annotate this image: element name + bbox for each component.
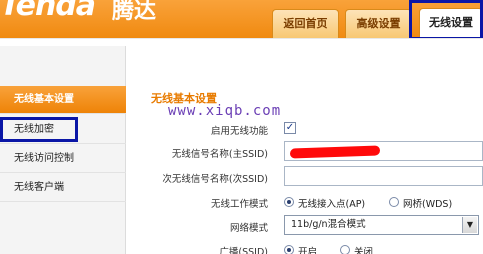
work-mode-ap-label: 无线接入点(AP)	[298, 199, 366, 210]
watermark: www.xiqb.com	[168, 103, 282, 119]
net-mode-select[interactable]: 11b/g/n混合模式 ▼	[284, 215, 479, 235]
tab-advanced-settings[interactable]: 高级设置	[345, 9, 412, 38]
tab-home[interactable]: 返回首页	[272, 9, 339, 38]
top-banner: Tenda 腾达 返回首页 高级设置 无线设置	[0, 0, 483, 38]
work-mode-label: 无线工作模式	[210, 199, 268, 210]
sidebar-item-wireless-clients[interactable]: 无线客户端	[0, 174, 126, 202]
broadcast-on-radio[interactable]	[284, 245, 294, 254]
ssid-label: 无线信号名称(主SSID)	[171, 149, 268, 160]
tenda-logo-cn: 腾达	[112, 0, 157, 24]
sidebar: 无线基本设置 无线加密 无线访问控制 无线客户端	[0, 46, 126, 254]
work-mode-wds-label: 网桥(WDS)	[403, 199, 453, 210]
broadcast-off-label: 关闭	[354, 247, 374, 254]
broadcast-label: 广播(SSID)	[219, 247, 268, 254]
enable-wireless-label: 启用无线功能	[210, 126, 268, 137]
ssid2-input[interactable]	[284, 166, 483, 186]
enable-wireless-checkbox[interactable]: ✓	[284, 122, 296, 134]
tab-wireless-settings[interactable]: 无线设置	[419, 8, 483, 38]
chevron-down-icon[interactable]: ▼	[462, 217, 477, 233]
net-mode-value: 11b/g/n混合模式	[291, 219, 366, 230]
work-mode-ap-radio[interactable]	[284, 197, 294, 207]
work-mode-wds-radio[interactable]	[389, 197, 399, 207]
net-mode-label: 网络模式	[229, 223, 268, 234]
broadcast-on-label: 开启	[298, 247, 318, 254]
sidebar-item-wireless-security[interactable]: 无线加密	[0, 116, 126, 144]
broadcast-off-radio[interactable]	[340, 245, 350, 254]
ssid2-label: 次无线信号名称(次SSID)	[162, 174, 268, 185]
tenda-logo: Tenda	[0, 0, 96, 23]
sidebar-item-wireless-access-control[interactable]: 无线访问控制	[0, 145, 126, 173]
header-divider	[0, 38, 483, 46]
sidebar-item-wireless-basic[interactable]: 无线基本设置	[0, 86, 126, 114]
